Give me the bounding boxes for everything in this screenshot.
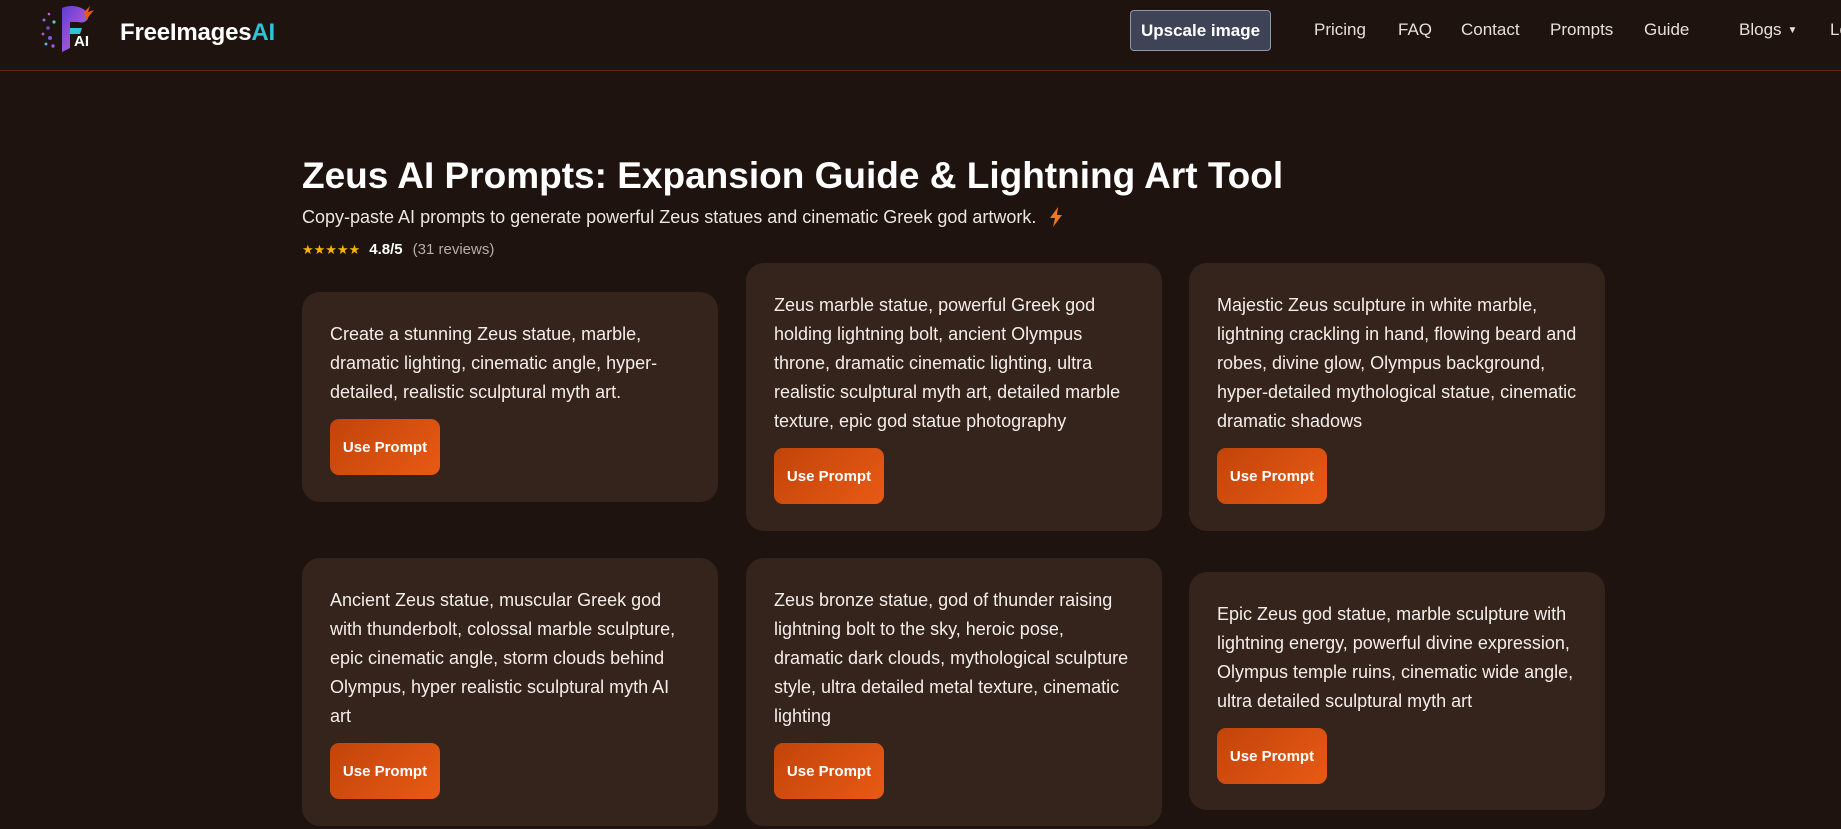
nav-guide[interactable]: Guide: [1644, 20, 1689, 40]
use-prompt-button[interactable]: Use Prompt: [1217, 728, 1327, 784]
prompt-card: Majestic Zeus sculpture in white marble,…: [1189, 263, 1605, 531]
brand-main: FreeImages: [120, 19, 252, 46]
upscale-image-button[interactable]: Upscale image: [1130, 10, 1271, 51]
svg-text:AI: AI: [74, 33, 89, 50]
brand-accent: AI: [251, 19, 276, 46]
rating: ★★★★★ 4.8/5 (31 reviews): [302, 241, 494, 258]
prompt-card: Epic Zeus god statue, marble sculpture w…: [1189, 572, 1605, 810]
page-title: Zeus AI Prompts: Expansion Guide & Light…: [302, 155, 1284, 196]
use-prompt-button[interactable]: Use Prompt: [1217, 448, 1327, 504]
prompt-text: Zeus bronze statue, god of thunder raisi…: [774, 590, 1129, 726]
nav-pricing[interactable]: Pricing: [1314, 20, 1366, 40]
use-prompt-button[interactable]: Use Prompt: [330, 743, 440, 799]
prompt-card: Zeus bronze statue, god of thunder raisi…: [746, 558, 1162, 826]
brand-name[interactable]: FreeImagesAI: [120, 19, 275, 47]
prompt-card: Create a stunning Zeus statue, marble, d…: [302, 292, 718, 502]
star-rating-icon: ★★★★★: [302, 241, 361, 257]
prompt-card: Zeus marble statue, powerful Greek god h…: [746, 263, 1162, 531]
prompt-card: Ancient Zeus statue, muscular Greek god …: [302, 558, 718, 826]
use-prompt-button[interactable]: Use Prompt: [774, 743, 884, 799]
use-prompt-button[interactable]: Use Prompt: [774, 448, 884, 504]
nav-contact[interactable]: Contact: [1461, 20, 1520, 40]
nav-login[interactable]: Lo: [1830, 20, 1841, 40]
nav-blogs[interactable]: Blogs ▼: [1739, 20, 1797, 40]
prompt-text: Zeus marble statue, powerful Greek god h…: [774, 295, 1121, 431]
rating-score: 4.8/5: [369, 241, 403, 258]
prompt-text: Majestic Zeus sculpture in white marble,…: [1217, 295, 1577, 431]
use-prompt-button[interactable]: Use Prompt: [330, 419, 440, 475]
nav-faq[interactable]: FAQ: [1398, 20, 1432, 40]
nav-prompts[interactable]: Prompts: [1550, 20, 1613, 40]
prompt-text: Create a stunning Zeus statue, marble, d…: [330, 324, 658, 402]
prompt-text: Ancient Zeus statue, muscular Greek god …: [330, 590, 676, 726]
review-count: (31 reviews): [412, 241, 495, 258]
nav-blogs-label: Blogs: [1739, 20, 1782, 39]
top-navbar: AI FreeImagesAI Upscale image Pricing FA…: [0, 0, 1841, 71]
chevron-down-icon: ▼: [1787, 25, 1798, 36]
subtitle-text: Copy-paste AI prompts to generate powerf…: [302, 207, 1037, 227]
page-subtitle: Copy-paste AI prompts to generate powerf…: [302, 207, 1063, 232]
logo-icon[interactable]: AI: [40, 2, 110, 58]
prompt-text: Epic Zeus god statue, marble sculpture w…: [1217, 604, 1574, 711]
bolt-icon: [1049, 207, 1063, 232]
